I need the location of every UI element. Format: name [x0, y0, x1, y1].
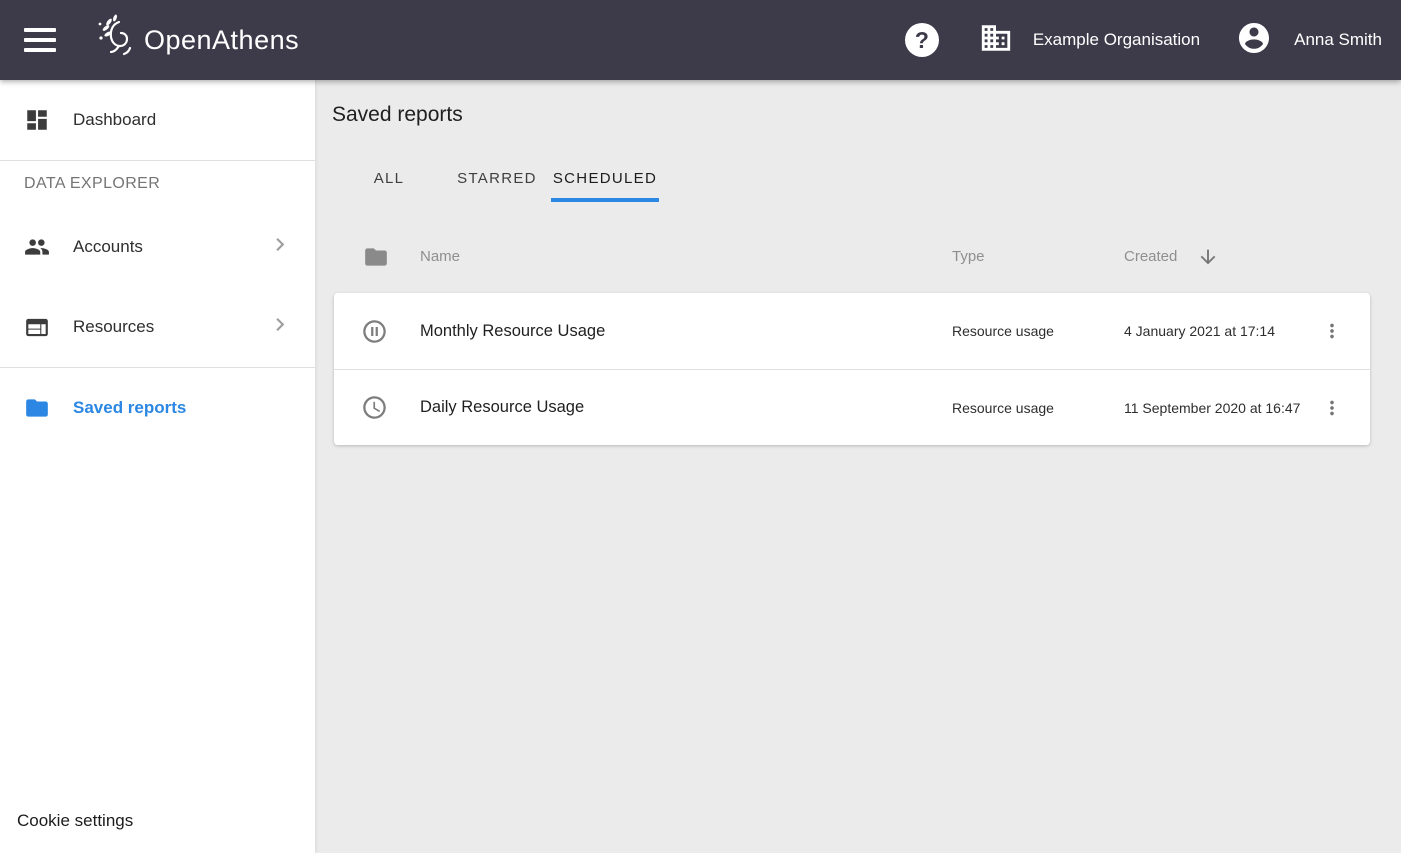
tab-scheduled[interactable]: SCHEDULED [551, 154, 659, 202]
help-icon: ? [905, 23, 939, 57]
chevron-right-icon [267, 232, 293, 263]
sidebar-item-label: Accounts [73, 237, 143, 257]
sidebar-item-label: Dashboard [73, 110, 156, 130]
menu-icon[interactable] [12, 16, 68, 64]
folder-column-icon [334, 244, 420, 270]
sidebar: Dashboard DATA EXPLORER Accounts [0, 80, 315, 853]
sidebar-item-saved-reports[interactable]: Saved reports [0, 368, 315, 448]
report-row-monthly-resource-usage[interactable]: Monthly Resource Usage Resource usage 4 … [334, 293, 1370, 369]
report-tabs: ALL STARRED SCHEDULED [335, 154, 1401, 202]
chevron-right-icon [267, 312, 293, 343]
logo-wordmark: OpenAthens [144, 25, 299, 56]
report-type: Resource usage [952, 400, 1124, 416]
organisation-building-icon [979, 21, 1013, 60]
user-name: Anna Smith [1294, 30, 1382, 50]
folder-icon [24, 395, 50, 421]
report-name: Monthly Resource Usage [420, 322, 952, 341]
cookie-settings-button[interactable]: Cookie settings [17, 811, 133, 831]
help-button[interactable]: ? [905, 23, 939, 57]
column-header-type[interactable]: Type [952, 248, 1124, 265]
row-actions-kebab-icon[interactable] [1312, 388, 1352, 428]
tab-starred[interactable]: STARRED [443, 154, 551, 202]
main-content: Saved reports ALL STARRED SCHEDULED Name… [315, 80, 1401, 853]
resources-icon [24, 314, 50, 340]
sidebar-item-resources[interactable]: Resources [0, 287, 315, 367]
sidebar-item-accounts[interactable]: Accounts [0, 207, 315, 287]
pause-circle-icon [334, 318, 420, 345]
page-title: Saved reports [332, 103, 1401, 127]
user-menu[interactable]: Anna Smith [1236, 20, 1382, 61]
report-row-daily-resource-usage[interactable]: Daily Resource Usage Resource usage 11 S… [334, 369, 1370, 445]
avatar-icon [1236, 20, 1272, 61]
page-layout: Dashboard DATA EXPLORER Accounts [0, 80, 1401, 853]
arrow-down-icon[interactable] [1197, 246, 1219, 268]
column-header-name[interactable]: Name [420, 248, 952, 265]
table-header: Name Type Created [334, 220, 1370, 293]
sidebar-section-data-explorer: DATA EXPLORER [0, 161, 315, 207]
openathens-logo-mark-icon [94, 12, 138, 69]
column-header-created[interactable]: Created [1124, 248, 1177, 265]
report-created: 4 January 2021 at 17:14 [1124, 323, 1315, 339]
accounts-people-icon [24, 234, 50, 260]
sidebar-item-label: Saved reports [73, 398, 186, 418]
sidebar-item-label: Resources [73, 317, 154, 337]
tab-all[interactable]: ALL [335, 154, 443, 202]
organisation-switcher[interactable]: Example Organisation [979, 21, 1200, 60]
report-created: 11 September 2020 at 16:47 [1124, 400, 1315, 416]
openathens-logo[interactable]: OpenAthens [94, 12, 299, 69]
row-actions-kebab-icon[interactable] [1312, 311, 1352, 351]
organisation-name: Example Organisation [1033, 30, 1200, 50]
topbar: OpenAthens ? Example Organisation Anna S… [0, 0, 1401, 80]
saved-reports-list: Monthly Resource Usage Resource usage 4 … [334, 293, 1370, 445]
sidebar-item-dashboard[interactable]: Dashboard [0, 80, 315, 160]
report-type: Resource usage [952, 323, 1124, 339]
report-name: Daily Resource Usage [420, 398, 952, 417]
dashboard-icon [24, 107, 50, 133]
clock-icon [334, 394, 420, 421]
